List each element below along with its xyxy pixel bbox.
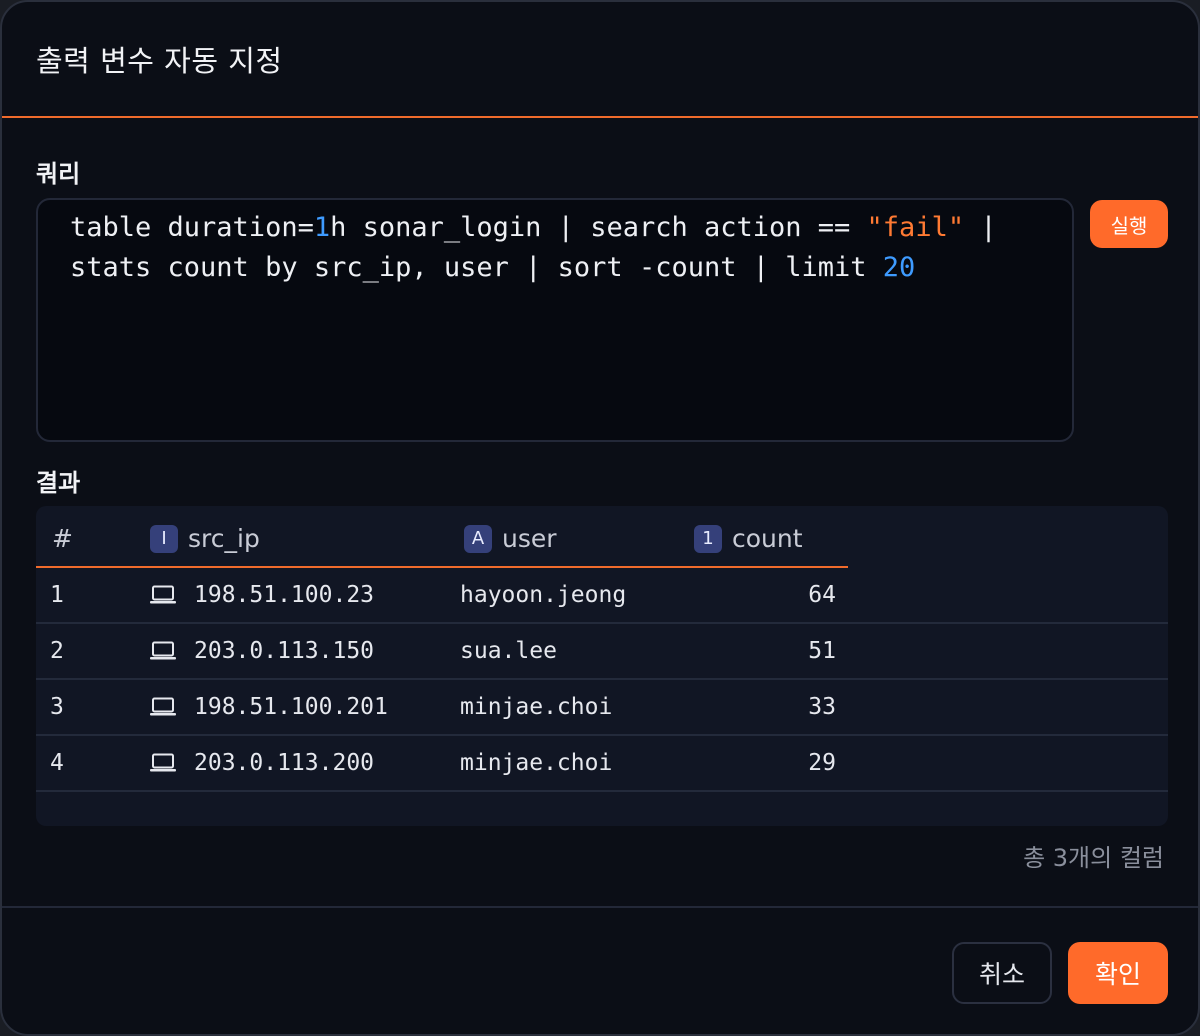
table-header: # I src_ip A user 1 count <box>36 506 848 568</box>
string-type-icon: A <box>464 524 492 553</box>
column-header-label: # <box>52 524 73 553</box>
laptop-icon <box>150 585 176 611</box>
run-button[interactable]: 실행 <box>1090 200 1168 248</box>
column-header-src-ip[interactable]: I src_ip <box>150 524 260 553</box>
cancel-button[interactable]: 취소 <box>952 942 1052 1004</box>
laptop-icon <box>150 697 176 723</box>
table-row: 2 203.0.113.150 sua.lee 51 <box>36 624 1168 680</box>
column-header-count[interactable]: 1 count <box>694 524 803 553</box>
src-ip-cell: 198.51.100.201 <box>194 694 388 720</box>
query-string-token: "fail" <box>866 212 965 243</box>
user-cell: sua.lee <box>460 638 557 664</box>
table-row: 4 203.0.113.200 minjae.choi 29 <box>36 736 1168 792</box>
src-ip-cell: 203.0.113.150 <box>194 638 375 664</box>
column-count-summary: 총 3개의 컬럼 <box>1023 844 1164 872</box>
ip-type-icon: I <box>150 524 178 553</box>
count-cell: 64 <box>808 582 836 608</box>
table-row: 3 198.51.100.201 minjae.choi 33 <box>36 680 1168 736</box>
row-index: 1 <box>50 582 64 608</box>
column-header-index: # <box>52 524 73 553</box>
query-number-token: 20 <box>882 252 916 283</box>
user-cell: hayoon.jeong <box>460 582 627 608</box>
src-ip-cell: 198.51.100.23 <box>194 582 375 608</box>
column-header-label: src_ip <box>188 524 260 553</box>
confirm-button[interactable]: 확인 <box>1068 942 1168 1004</box>
query-editor[interactable]: table duration=1h sonar_login | search a… <box>36 198 1074 442</box>
column-header-label: user <box>502 524 557 553</box>
dialog-header: 출력 변수 자동 지정 <box>2 2 1198 118</box>
user-cell: minjae.choi <box>460 694 613 720</box>
user-cell: minjae.choi <box>460 750 613 776</box>
column-header-user[interactable]: A user <box>464 524 557 553</box>
result-label: 결과 <box>36 469 81 497</box>
result-table: # I src_ip A user 1 count 1 198.51.100.2… <box>36 506 1168 826</box>
column-header-label: count <box>732 524 803 553</box>
dialog-footer: 취소 확인 <box>2 906 1198 1034</box>
row-index: 4 <box>50 750 64 776</box>
count-cell: 33 <box>808 694 836 720</box>
laptop-icon <box>150 753 176 779</box>
auto-assign-output-variables-dialog: 출력 변수 자동 지정 쿼리 table duration=1h sonar_l… <box>0 0 1200 1036</box>
query-text: h sonar_login | search action == <box>330 212 867 243</box>
row-index: 3 <box>50 694 64 720</box>
number-type-icon: 1 <box>694 524 722 553</box>
laptop-icon <box>150 641 176 667</box>
query-number-token: 1 <box>313 212 331 243</box>
query-text: | <box>964 212 997 243</box>
query-text: table duration= <box>70 212 314 243</box>
row-index: 2 <box>50 638 64 664</box>
dialog-title: 출력 변수 자동 지정 <box>36 44 283 78</box>
table-row: 1 198.51.100.23 hayoon.jeong 64 <box>36 568 1168 624</box>
query-text: stats count by src_ip, user | sort -coun… <box>70 252 883 283</box>
query-label: 쿼리 <box>36 160 81 188</box>
count-cell: 51 <box>808 638 836 664</box>
count-cell: 29 <box>808 750 836 776</box>
src-ip-cell: 203.0.113.200 <box>194 750 375 776</box>
